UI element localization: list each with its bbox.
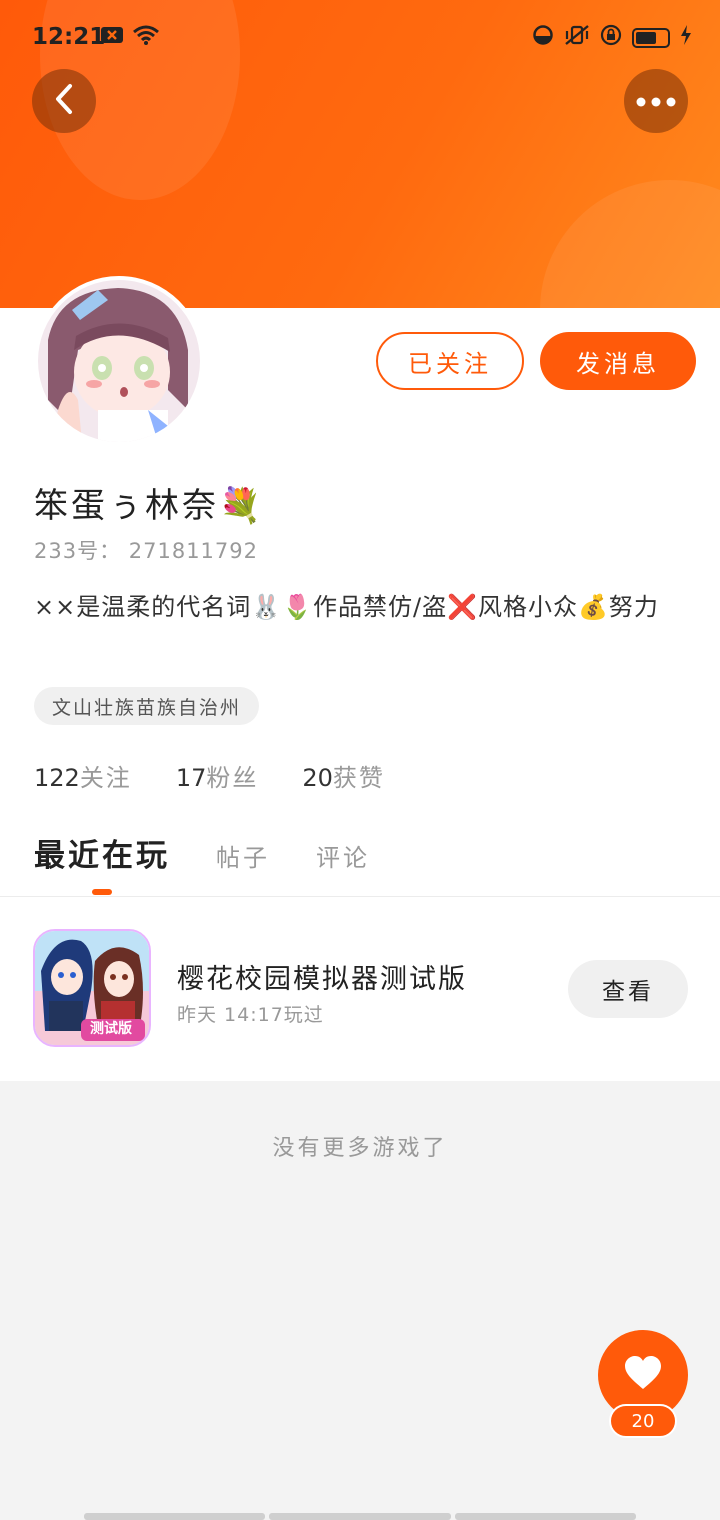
more-options-button[interactable] <box>624 69 688 133</box>
navigation-gesture-bar[interactable] <box>84 1513 636 1520</box>
tab-recently-played[interactable]: 最近在玩 <box>34 830 170 875</box>
followed-button[interactable]: 已关注 <box>376 332 524 390</box>
view-game-button[interactable]: 查看 <box>568 960 688 1018</box>
username: 笨蛋ぅ林奈💐 <box>34 486 265 526</box>
stat-number: 122 <box>34 764 80 792</box>
send-message-button[interactable]: 发消息 <box>540 332 696 390</box>
back-button[interactable] <box>32 69 96 133</box>
like-count-badge: 20 <box>609 1404 677 1438</box>
user-stats: 122关注 17粉丝 20获赞 <box>34 758 385 793</box>
likes-received-count: 20获赞 <box>302 758 385 793</box>
user-id: 233号： 271811792 <box>34 539 259 563</box>
game-icon[interactable]: 测试版 <box>33 929 151 1047</box>
battery-icon <box>632 27 670 48</box>
notification-x-icon <box>100 25 124 50</box>
status-time: 12:21 <box>32 24 106 50</box>
status-bar: 12:21 <box>0 0 720 74</box>
banner-decoration <box>540 180 720 308</box>
following-count[interactable]: 122关注 <box>34 758 132 793</box>
wifi-icon <box>132 24 160 51</box>
game-title: 樱花校园模拟器测试版 <box>177 964 467 995</box>
tab-comments[interactable]: 评论 <box>316 838 370 873</box>
mute-vibrate-icon <box>564 24 590 51</box>
battery-level <box>636 31 656 44</box>
no-more-games-text: 没有更多游戏了 <box>272 1136 448 1161</box>
more-dots-icon <box>636 92 676 111</box>
avatar[interactable] <box>34 276 204 446</box>
user-bio: ××是温柔的代名词🐰🌷作品禁仿/盗❌风格小众💰努力 <box>34 593 659 621</box>
chevron-left-icon <box>52 82 76 120</box>
data-saver-icon <box>532 24 554 51</box>
location-tag: 文山壮族苗族自治州 <box>34 687 260 725</box>
active-tab-indicator <box>92 889 112 895</box>
stat-label: 关注 <box>79 764 132 792</box>
tab-posts[interactable]: 帖子 <box>216 838 270 873</box>
recent-game-item[interactable]: 测试版 樱花校园模拟器测试版 昨天 14:17玩过 查看 <box>0 897 720 1081</box>
stat-label: 粉丝 <box>206 764 259 792</box>
last-played-time: 昨天 14:17玩过 <box>177 1004 324 1026</box>
heart-icon <box>623 1355 663 1395</box>
stat-label: 获赞 <box>332 764 385 792</box>
stat-number: 20 <box>302 764 333 792</box>
stat-number: 17 <box>175 764 207 792</box>
followers-count[interactable]: 17粉丝 <box>176 758 259 793</box>
game-icon-badge: 测试版 <box>90 1021 132 1037</box>
rotation-lock-icon <box>600 24 622 51</box>
profile-tabs: 最近在玩 帖子 评论 <box>34 830 416 875</box>
charging-icon <box>680 24 692 51</box>
